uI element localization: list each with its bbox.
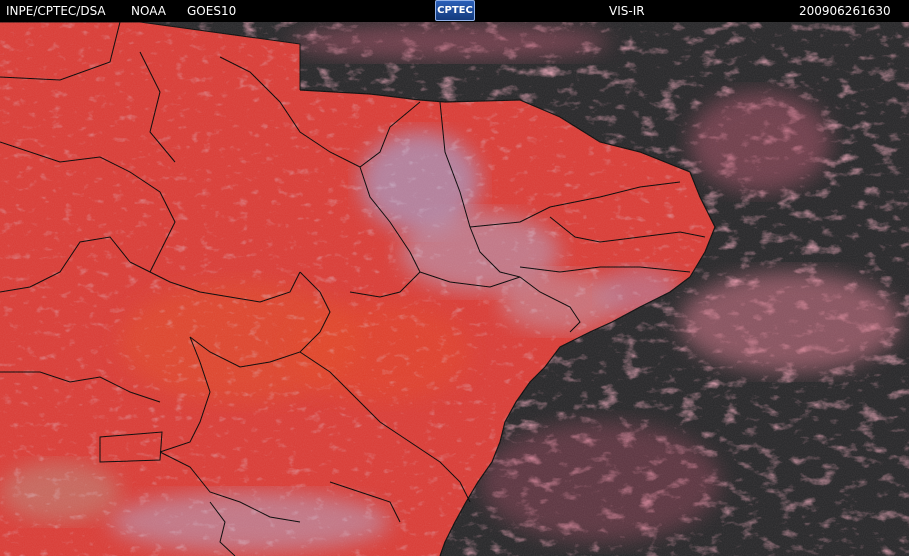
logo-text: CPTEC [437, 5, 473, 16]
satellite-image [0, 22, 909, 556]
image-noise [0, 22, 909, 556]
image-header: INPE/CPTEC/DSA NOAA GOES10 CPTEC VIS-IR … [0, 0, 909, 22]
satellite-label: GOES10 [187, 4, 237, 18]
channel-label: VIS-IR [609, 4, 645, 18]
cptec-logo-icon: CPTEC [435, 0, 475, 21]
timestamp-label: 200906261630 [799, 4, 891, 18]
institution-label: INPE/CPTEC/DSA [6, 4, 106, 18]
satellite-map [0, 22, 909, 556]
agency-label: NOAA [131, 4, 166, 18]
